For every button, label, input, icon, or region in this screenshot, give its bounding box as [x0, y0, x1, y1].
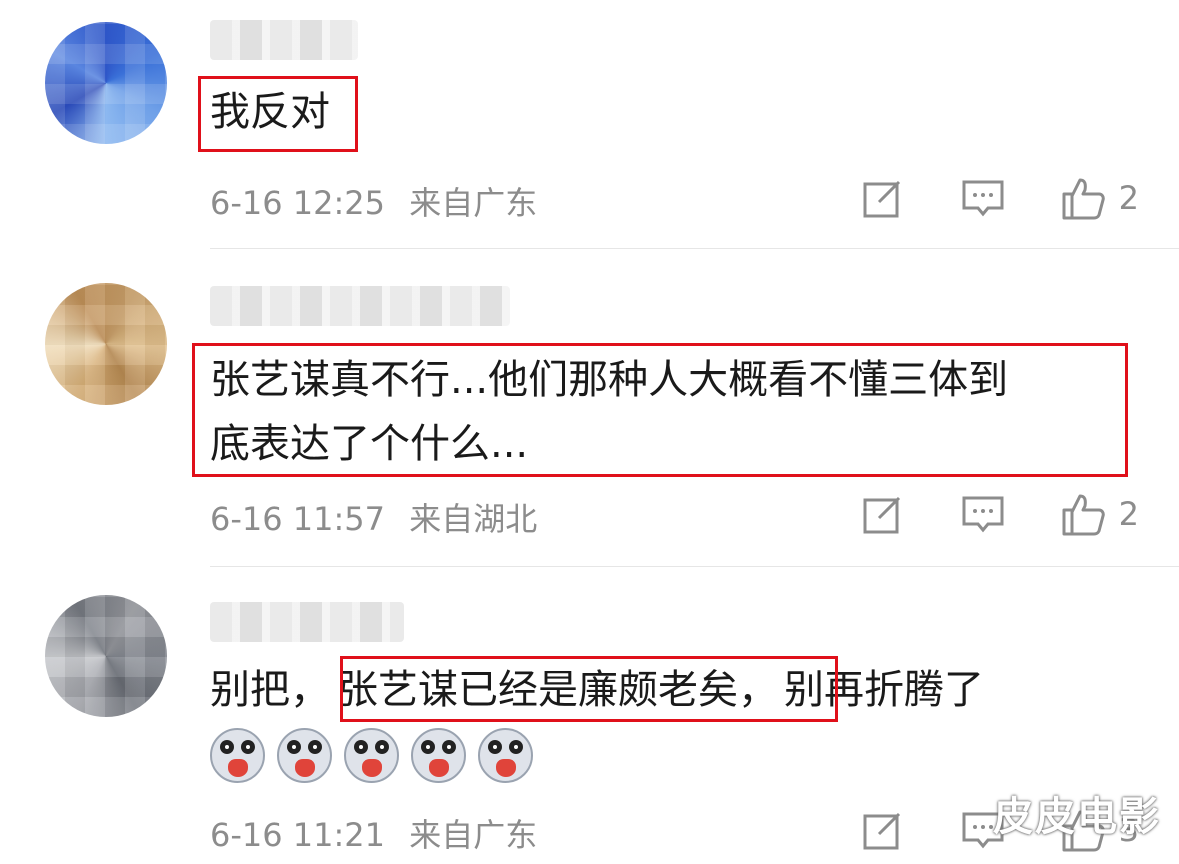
husky-emoji-icon: [344, 728, 399, 783]
comment-meta: 6-16 11:57 来自湖北: [210, 494, 537, 540]
avatar[interactable]: [45, 22, 167, 144]
edit-icon: [863, 180, 900, 218]
watermark: 皮皮电影: [993, 794, 1161, 840]
comment-location: 来自湖北: [409, 500, 538, 538]
husky-emoji-icon: [277, 728, 332, 783]
avatar[interactable]: [45, 283, 167, 405]
comment-meta: 6-16 12:25 来自广东: [210, 178, 537, 224]
thumbs-up-icon: [1062, 178, 1105, 220]
comment-time: 6-16 11:21: [210, 816, 386, 854]
comment-text: 我反对: [210, 89, 330, 135]
edit-icon: [863, 496, 900, 534]
comment-icon: [962, 180, 1004, 217]
husky-emoji-icon: [411, 728, 466, 783]
comment-text-highlight: 张艺谋已经是廉颇老矣，: [338, 667, 778, 713]
username-blurred[interactable]: [210, 286, 510, 326]
thumbs-up-icon: [1062, 494, 1105, 536]
edit-button[interactable]: [861, 808, 905, 852]
like-count: 2: [1118, 495, 1139, 533]
comment-text: 别把， 张艺谋已经是廉颇老矣， 别再折腾了: [210, 660, 984, 720]
comment-location: 来自广东: [409, 816, 538, 854]
edit-button[interactable]: [861, 492, 905, 536]
comment-actions: 2: [805, 176, 1139, 220]
divider: [210, 566, 1179, 567]
username-blurred[interactable]: [210, 602, 404, 642]
divider: [210, 248, 1179, 249]
edit-button[interactable]: [861, 176, 905, 220]
husky-emoji-icon: [210, 728, 265, 783]
comment-time: 6-16 11:57: [210, 500, 386, 538]
like-button[interactable]: 2: [1061, 176, 1139, 220]
emoji-row: [210, 728, 533, 783]
husky-emoji-icon: [478, 728, 533, 783]
edit-icon: [863, 812, 900, 850]
comment-text-line-2: 底表达了个什么...: [210, 421, 529, 467]
comment-time: 6-16 12:25: [210, 184, 386, 222]
comment-icon: [962, 496, 1004, 533]
like-count: 2: [1118, 179, 1139, 217]
avatar[interactable]: [45, 595, 167, 717]
like-button[interactable]: 2: [1061, 492, 1139, 536]
comment-location: 来自广东: [409, 184, 538, 222]
username-blurred[interactable]: [210, 20, 358, 60]
comment-actions: 2: [805, 492, 1139, 536]
comment-text-prefix: 别把，: [210, 667, 330, 713]
reply-button[interactable]: [961, 176, 1005, 220]
reply-button[interactable]: [961, 492, 1005, 536]
comment-meta: 6-16 11:21 来自广东: [210, 810, 537, 856]
comment-text-suffix: 别再折腾了: [784, 667, 984, 713]
comment-text-line-1: 张艺谋真不行...他们那种人大概看不懂三体到: [210, 357, 1009, 403]
